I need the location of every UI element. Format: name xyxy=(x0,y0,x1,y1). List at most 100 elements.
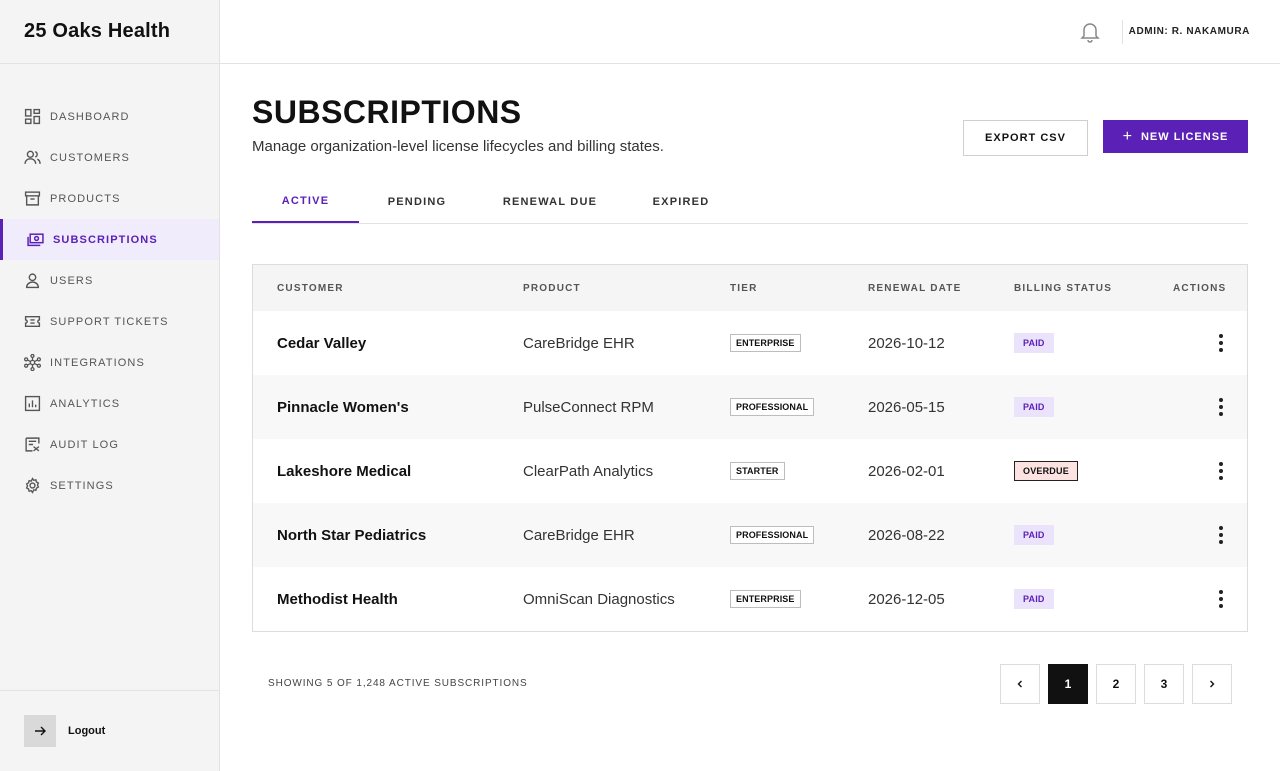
admin-user-label[interactable]: ADMIN: R. NAKAMURA xyxy=(1129,26,1250,37)
page-button-1[interactable]: 1 xyxy=(1048,664,1088,704)
more-vertical-icon[interactable] xyxy=(1213,525,1229,545)
table-row[interactable]: Pinnacle Women's PulseConnect RPM PROFES… xyxy=(253,375,1247,439)
topbar-divider xyxy=(1122,20,1123,44)
status-cell: PAID xyxy=(1014,503,1054,567)
product-name: PulseConnect RPM xyxy=(523,398,654,416)
sidebar-item-audit-log[interactable]: AUDIT LOG xyxy=(0,424,219,465)
actions-cell xyxy=(1213,503,1229,567)
ticket-icon xyxy=(24,313,41,330)
column-header-billing-status[interactable]: BILLING STATUS xyxy=(1014,283,1112,294)
sidebar-item-support-tickets[interactable]: SUPPORT TICKETS xyxy=(0,301,219,342)
results-count: SHOWING 5 OF 1,248 ACTIVE SUBSCRIPTIONS xyxy=(268,678,528,689)
status-badge: PAID xyxy=(1014,525,1054,545)
tier-cell: ENTERPRISE xyxy=(730,311,801,375)
customer-name[interactable]: Pinnacle Women's xyxy=(277,375,409,439)
column-header-product[interactable]: PRODUCT xyxy=(523,283,581,294)
chevron-left-icon xyxy=(1017,680,1022,688)
tier-cell: ENTERPRISE xyxy=(730,567,801,631)
sidebar-item-analytics[interactable]: ANALYTICS xyxy=(0,383,219,424)
audit-log-icon xyxy=(24,436,41,453)
tier-cell: PROFESSIONAL xyxy=(730,503,815,567)
product-name: ClearPath Analytics xyxy=(523,462,654,480)
column-header-renewal-date[interactable]: RENEWAL DATE xyxy=(868,283,961,294)
table-row[interactable]: Lakeshore Medical ClearPath Analytics ST… xyxy=(253,439,1247,503)
customer-name[interactable]: Methodist Health xyxy=(277,567,398,631)
status-tabs: ACTIVE PENDING RENEWAL DUE EXPIRED xyxy=(252,180,1248,224)
sidebar-item-label: USERS xyxy=(50,274,94,287)
tab-active[interactable]: ACTIVE xyxy=(252,180,359,223)
brand-header: 25 Oaks Health xyxy=(0,0,219,64)
sidebar-item-label: AUDIT LOG xyxy=(50,438,119,451)
status-badge: PAID xyxy=(1014,397,1054,417)
renewal-date: 2026-08-22 xyxy=(868,526,945,544)
export-csv-button[interactable]: EXPORT CSV xyxy=(963,120,1088,156)
page-button-2[interactable]: 2 xyxy=(1096,664,1136,704)
customer-name[interactable]: Lakeshore Medical xyxy=(277,439,411,503)
sidebar-item-label: SETTINGS xyxy=(50,479,114,492)
sidebar-item-label: PRODUCTS xyxy=(50,192,121,205)
customers-icon xyxy=(24,149,41,166)
status-badge: PAID xyxy=(1014,589,1054,609)
next-page-button[interactable] xyxy=(1192,664,1232,704)
product-name: OmniScan Diagnostics xyxy=(523,590,675,608)
table-row[interactable]: Cedar Valley CareBridge EHR ENTERPRISE 2… xyxy=(253,311,1247,375)
tier-cell: PROFESSIONAL xyxy=(730,375,815,439)
sidebar-item-label: ANALYTICS xyxy=(50,397,121,410)
status-cell: OVERDUE xyxy=(1014,439,1078,503)
customer-name[interactable]: North Star Pediatrics xyxy=(277,503,426,567)
sidebar: 25 Oaks Health DASHBOARD CUSTOMERS PRODU… xyxy=(0,0,220,771)
sidebar-item-users[interactable]: USERS xyxy=(0,260,219,301)
prev-page-button[interactable] xyxy=(1000,664,1040,704)
dashboard-icon xyxy=(24,108,41,125)
tab-renewal-due[interactable]: RENEWAL DUE xyxy=(475,180,625,223)
more-vertical-icon[interactable] xyxy=(1213,589,1229,609)
sidebar-item-label: SUBSCRIPTIONS xyxy=(53,233,158,246)
logout-button[interactable] xyxy=(24,715,56,747)
status-badge: OVERDUE xyxy=(1014,461,1078,481)
table-row[interactable]: North Star Pediatrics CareBridge EHR PRO… xyxy=(253,503,1247,567)
tier-badge: ENTERPRISE xyxy=(730,590,801,608)
sidebar-item-customers[interactable]: CUSTOMERS xyxy=(0,137,219,178)
renewal-date: 2026-02-01 xyxy=(868,462,945,480)
topbar: ADMIN: R. NAKAMURA xyxy=(220,0,1280,64)
sidebar-item-products[interactable]: PRODUCTS xyxy=(0,178,219,219)
tier-badge: ENTERPRISE xyxy=(730,334,801,352)
tier-badge: PROFESSIONAL xyxy=(730,526,815,544)
more-vertical-icon[interactable] xyxy=(1213,333,1229,353)
column-header-customer[interactable]: CUSTOMER xyxy=(277,283,344,294)
customer-name[interactable]: Cedar Valley xyxy=(277,311,366,375)
sidebar-item-label: SUPPORT TICKETS xyxy=(50,315,169,328)
actions-cell xyxy=(1213,439,1229,503)
plus-icon: + xyxy=(1122,127,1133,145)
logout-label[interactable]: Logout xyxy=(68,725,105,737)
product-name: CareBridge EHR xyxy=(523,334,635,352)
more-vertical-icon[interactable] xyxy=(1213,461,1229,481)
chevron-right-icon xyxy=(1210,680,1215,688)
analytics-icon xyxy=(24,395,41,412)
renewal-date: 2026-12-05 xyxy=(868,590,945,608)
sidebar-item-integrations[interactable]: INTEGRATIONS xyxy=(0,342,219,383)
status-cell: PAID xyxy=(1014,375,1054,439)
subscriptions-icon xyxy=(27,231,44,248)
table-row[interactable]: Methodist Health OmniScan Diagnostics EN… xyxy=(253,567,1247,631)
brand-name[interactable]: 25 Oaks Health xyxy=(24,20,170,43)
sidebar-item-subscriptions[interactable]: SUBSCRIPTIONS xyxy=(0,219,219,260)
integrations-icon xyxy=(24,354,41,371)
actions-cell xyxy=(1213,311,1229,375)
sidebar-item-settings[interactable]: SETTINGS xyxy=(0,465,219,506)
page-title: SUBSCRIPTIONS xyxy=(252,94,522,130)
actions-cell xyxy=(1213,375,1229,439)
sidebar-item-dashboard[interactable]: DASHBOARD xyxy=(0,96,219,137)
more-vertical-icon[interactable] xyxy=(1213,397,1229,417)
status-cell: PAID xyxy=(1014,567,1054,631)
pagination: 1 2 3 xyxy=(1000,664,1232,704)
new-license-button[interactable]: + NEW LICENSE xyxy=(1103,120,1248,153)
products-icon xyxy=(24,190,41,207)
tab-pending[interactable]: PENDING xyxy=(359,180,475,223)
column-header-actions: ACTIONS xyxy=(1173,283,1227,294)
tab-expired[interactable]: EXPIRED xyxy=(625,180,737,223)
bell-icon[interactable] xyxy=(1080,21,1100,43)
page-subtitle: Manage organization-level license lifecy… xyxy=(252,138,664,155)
column-header-tier[interactable]: TIER xyxy=(730,283,758,294)
page-button-3[interactable]: 3 xyxy=(1144,664,1184,704)
